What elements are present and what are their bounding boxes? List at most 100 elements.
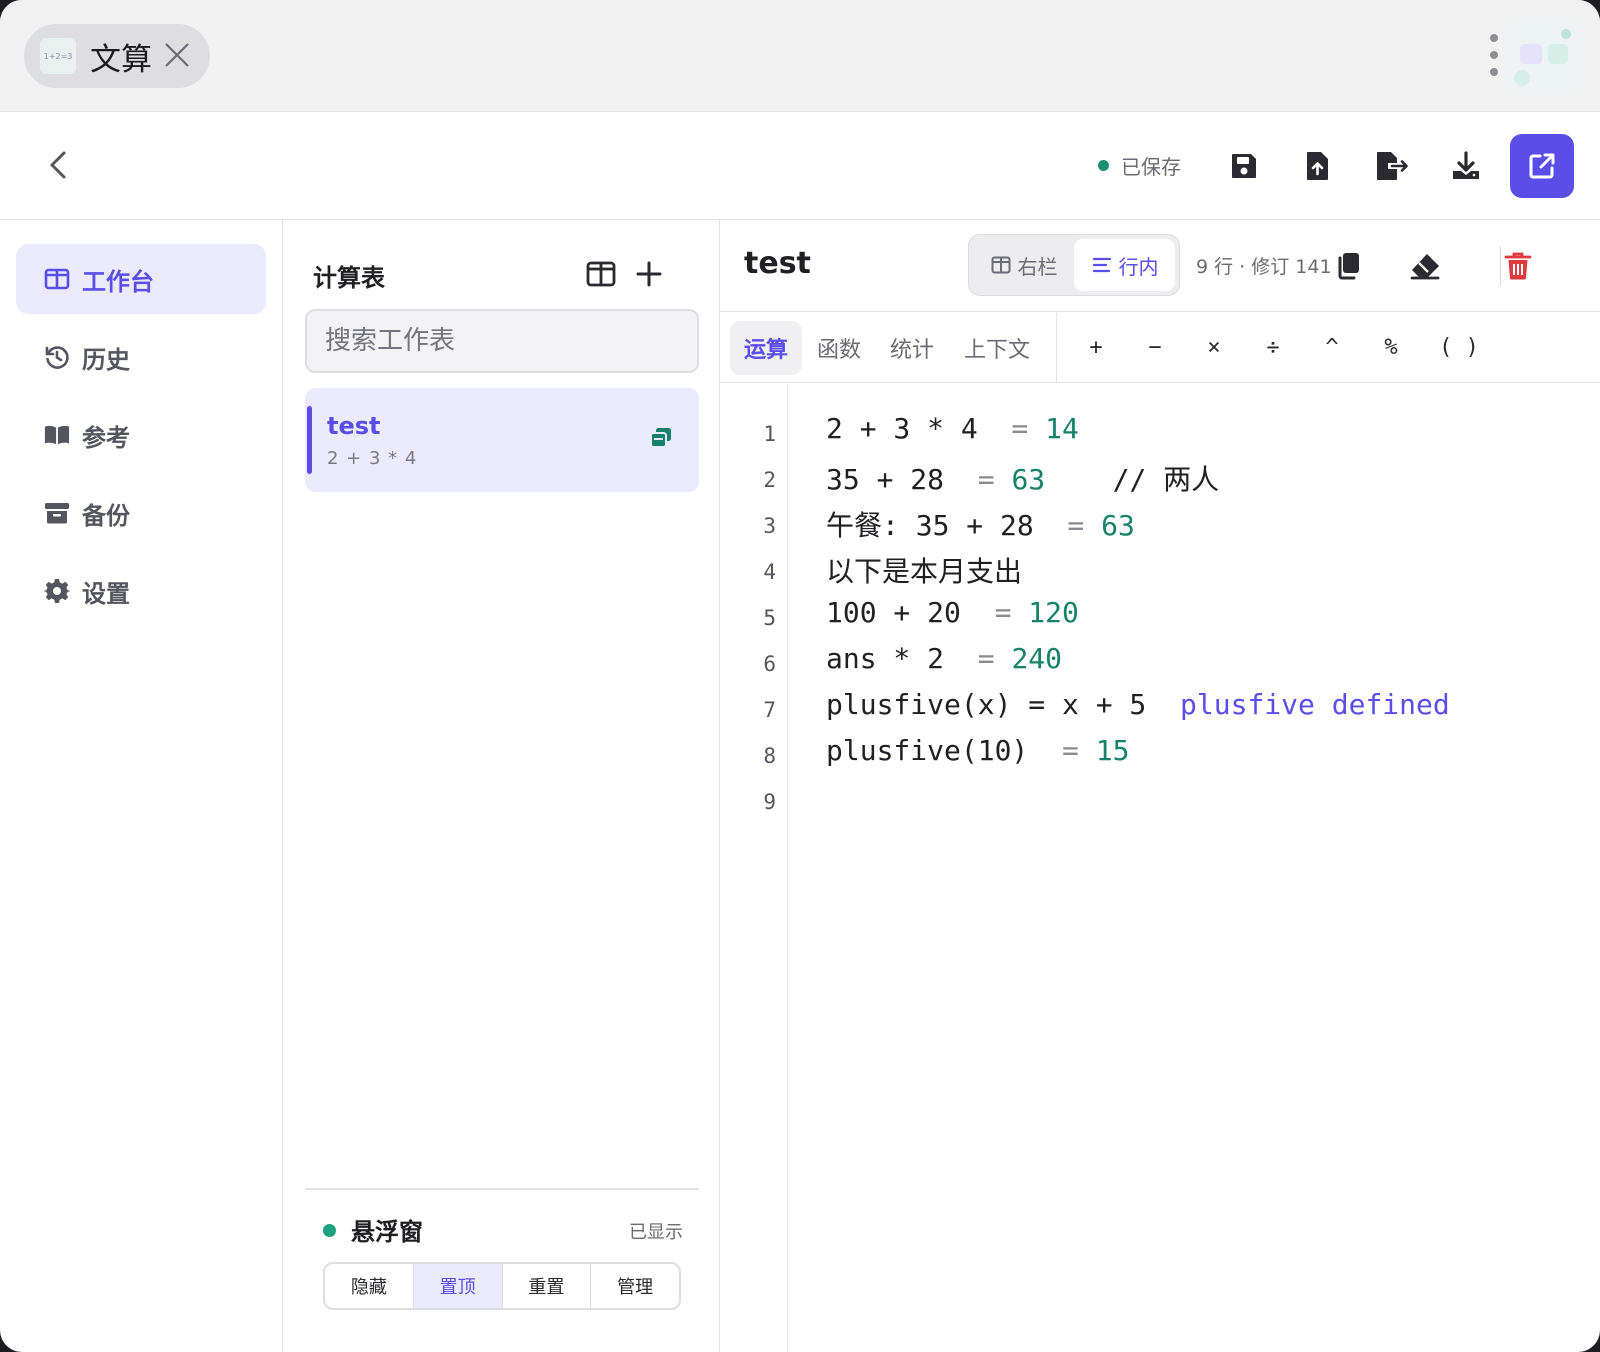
manage-button[interactable]: 管理 xyxy=(591,1264,679,1308)
equals-sign: = xyxy=(960,596,1029,629)
app-tab[interactable]: 1+2=3 文算 xyxy=(24,24,210,88)
editor: test 右栏 行内 9 行 · 修订 141 运算 函数 统计 上下文 + −… xyxy=(720,220,1600,1352)
power-operator-button[interactable]: ^ xyxy=(1312,327,1352,367)
floppy-icon xyxy=(1232,154,1256,178)
minus-operator-button[interactable]: − xyxy=(1135,327,1175,367)
result: 63 xyxy=(1101,509,1135,542)
sidebar-item-reference[interactable]: 参考 xyxy=(16,400,266,470)
back-icon[interactable] xyxy=(40,146,78,184)
delete-button[interactable] xyxy=(1496,244,1540,288)
view-mode-label: 行内 xyxy=(1118,254,1159,279)
divide-operator-button[interactable]: ÷ xyxy=(1253,327,1293,367)
view-mode-inline[interactable]: 行内 xyxy=(1074,239,1175,291)
clear-button[interactable] xyxy=(1403,244,1447,288)
tab-strip: 1+2=3 文算 xyxy=(0,0,1600,112)
line-number-gutter: 1 2 3 4 5 6 7 8 9 xyxy=(720,384,788,1352)
external-link-icon xyxy=(1529,153,1555,179)
tab-functions[interactable]: 函数 xyxy=(806,321,872,375)
app-tab-title: 文算 xyxy=(90,41,152,78)
sidebar-item-workbench[interactable]: 工作台 xyxy=(16,244,266,314)
comment-spacer xyxy=(1045,463,1112,496)
line-number: 1 xyxy=(763,422,776,446)
editor-header: test 右栏 行内 9 行 · 修订 141 xyxy=(720,220,1600,312)
expression: 以下是本月支出 xyxy=(826,555,1023,588)
download-button[interactable] xyxy=(1436,136,1496,196)
reset-button[interactable]: 重置 xyxy=(503,1264,592,1308)
tab-statistics[interactable]: 统计 xyxy=(880,321,944,375)
hide-button[interactable]: 隐藏 xyxy=(325,1264,414,1308)
sidebar: 工作台 历史 参考 备份 设置 xyxy=(0,220,283,1352)
toggle-layout-button[interactable] xyxy=(583,256,619,292)
plus-operator-button[interactable]: + xyxy=(1076,327,1116,367)
code-line[interactable]: plusfive(x) = x + 5 plusfive defined xyxy=(826,688,1450,721)
status-dot xyxy=(323,1224,336,1237)
tab-operations[interactable]: 运算 xyxy=(730,321,802,375)
line-number: 9 xyxy=(763,790,776,814)
more-vertical-icon[interactable] xyxy=(1482,32,1506,78)
add-sheet-button[interactable] xyxy=(631,256,667,292)
equals-sign: = xyxy=(1028,734,1096,767)
note-spacer xyxy=(1146,688,1180,721)
view-mode-label: 右栏 xyxy=(1017,254,1058,279)
line-number: 4 xyxy=(763,560,776,584)
save-button[interactable] xyxy=(1214,136,1274,196)
search-input[interactable] xyxy=(305,309,699,373)
code-line[interactable]: 35 + 28 = 63 // 两人 xyxy=(826,458,1219,498)
expression: ans * 2 xyxy=(826,642,945,675)
close-icon[interactable] xyxy=(162,40,192,70)
view-mode-right-panel[interactable]: 右栏 xyxy=(973,239,1074,291)
equals-sign: = xyxy=(944,642,1012,675)
sidebar-item-label: 历史 xyxy=(82,345,130,374)
app-window: 1+2=3 文算 已保存 工作台 历史 参考 备份 设置 计算表 搜索工作表 t… xyxy=(0,0,1600,1352)
line-number: 2 xyxy=(763,468,776,492)
sidebar-item-label: 设置 xyxy=(82,579,130,608)
parentheses-operator-button[interactable]: ( ) xyxy=(1432,327,1486,367)
line-number: 3 xyxy=(763,514,776,538)
code-line[interactable]: 以下是本月支出 xyxy=(826,550,1022,590)
percent-operator-button[interactable]: % xyxy=(1371,327,1411,367)
app-preview-thumbnail[interactable] xyxy=(1508,20,1580,92)
operator-bar: 运算 函数 统计 上下文 + − × ÷ ^ % ( ) xyxy=(720,313,1600,383)
comment: // 两人 xyxy=(1112,463,1220,496)
tab-context[interactable]: 上下文 xyxy=(952,321,1042,375)
eraser-icon xyxy=(1410,254,1440,280)
export-file-button[interactable] xyxy=(1362,136,1422,196)
gear-icon xyxy=(44,578,70,604)
file-export-icon xyxy=(1377,152,1408,180)
save-status-label: 已保存 xyxy=(1121,154,1181,179)
copy-button[interactable] xyxy=(1326,244,1370,288)
pin-top-button[interactable]: 置顶 xyxy=(413,1264,503,1308)
floating-window-icon[interactable] xyxy=(649,426,673,450)
multiply-operator-button[interactable]: × xyxy=(1194,327,1234,367)
line-number: 6 xyxy=(763,652,776,676)
columns-icon xyxy=(990,254,1012,276)
columns-icon xyxy=(44,266,70,292)
code-line[interactable]: plusfive(10) = 15 xyxy=(826,734,1129,767)
open-external-button[interactable] xyxy=(1510,134,1574,198)
history-icon xyxy=(44,344,70,370)
align-left-icon xyxy=(1091,254,1113,276)
copy-icon xyxy=(1338,253,1359,280)
sidebar-item-history[interactable]: 历史 xyxy=(16,322,266,392)
result: 240 xyxy=(1011,642,1063,675)
active-indicator xyxy=(307,406,312,474)
document-meta: 9 行 · 修订 141 xyxy=(1196,256,1332,278)
sidebar-item-backup[interactable]: 备份 xyxy=(16,478,266,548)
trash-icon xyxy=(1504,252,1532,280)
code-line[interactable]: ans * 2 = 240 xyxy=(826,642,1062,675)
sidebar-item-settings[interactable]: 设置 xyxy=(16,556,266,626)
import-file-button[interactable] xyxy=(1288,136,1348,196)
saved-dot xyxy=(1098,159,1109,171)
book-icon xyxy=(44,422,70,448)
sidebar-item-label: 备份 xyxy=(82,501,130,530)
code-line[interactable]: 2 + 3 * 4 = 14 xyxy=(826,412,1079,445)
download-icon xyxy=(1453,151,1479,179)
app-tab-thumbnail: 1+2=3 xyxy=(40,38,76,74)
sheets-title: 计算表 xyxy=(313,264,385,292)
code-line[interactable]: 100 + 20 = 120 xyxy=(826,596,1079,629)
sheet-item-test[interactable]: test 2 + 3 * 4 xyxy=(305,388,699,492)
code-line[interactable]: 午餐: 35 + 28 = 63 xyxy=(826,504,1135,544)
result: 15 xyxy=(1095,734,1130,767)
sheets-panel: 计算表 test 2 + 3 * 4 悬浮窗 已显示 隐藏 置顶 重置 管理 xyxy=(283,220,720,1352)
op-divider xyxy=(1056,313,1057,383)
